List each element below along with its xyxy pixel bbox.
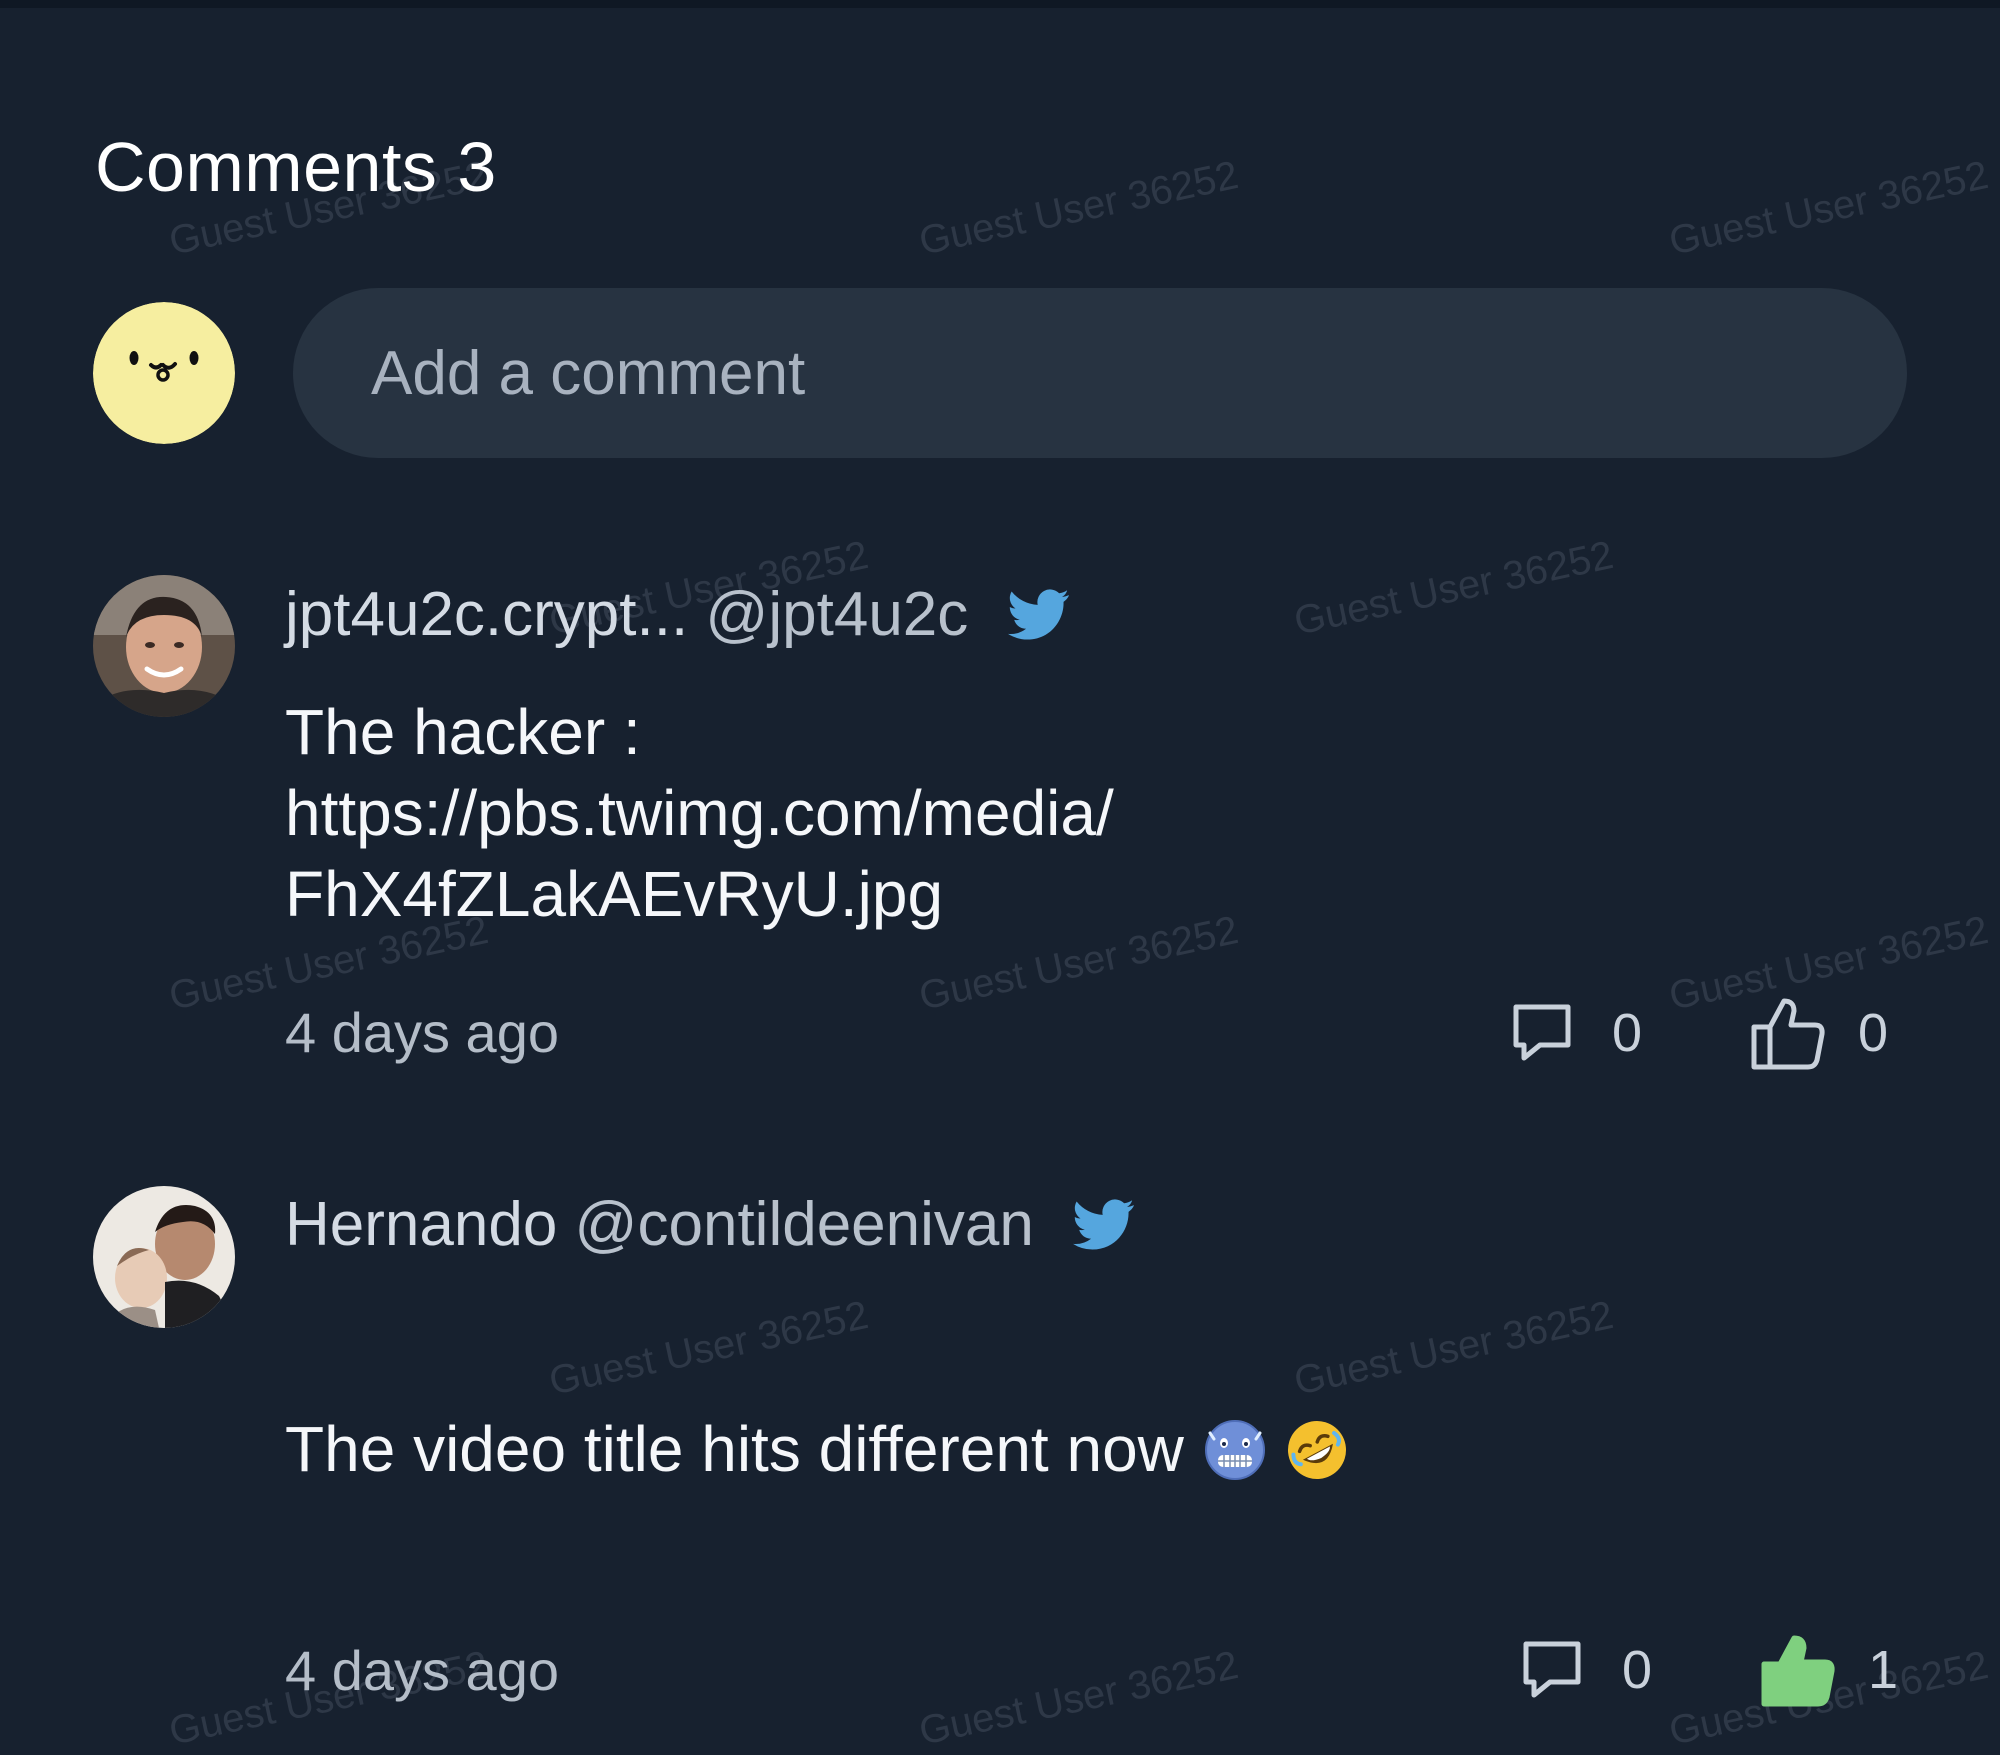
comment-author[interactable]: Hernando <box>285 1190 557 1259</box>
comment-handle[interactable]: @jpt4u2c <box>705 580 968 649</box>
comment-timestamp: 4 days ago <box>285 1001 559 1064</box>
comment-text: The hacker : https://pbs.twimg.com/media… <box>285 696 1114 930</box>
twitter-bird-icon <box>1073 1199 1135 1250</box>
current-user-avatar <box>93 302 235 444</box>
reply-button[interactable]: 0 <box>1518 1636 1652 1704</box>
reply-count: 0 <box>1612 1003 1643 1063</box>
profile-photo-icon <box>93 575 235 717</box>
comment-body: The video title hits different now <box>285 1328 1348 1490</box>
thumbs-up-filled-icon <box>1761 1635 1835 1707</box>
comment-text: The video title hits different now <box>285 1413 1184 1485</box>
commenter-avatar[interactable] <box>93 575 235 717</box>
profile-photo-icon <box>93 1186 235 1328</box>
comment-header: jpt4u2c.crypt... @jpt4u2c <box>285 578 1070 652</box>
reply-count: 0 <box>1622 1640 1653 1700</box>
reply-bubble-icon <box>1523 1641 1581 1698</box>
reply-bubble-icon <box>1513 1004 1571 1061</box>
twitter-bird-icon <box>1007 589 1069 640</box>
add-comment-input[interactable] <box>293 288 1907 458</box>
comment-author[interactable]: jpt4u2c.crypt... <box>285 580 688 649</box>
like-button[interactable]: 0 <box>1750 995 1888 1071</box>
comment-timestamp: 4 days ago <box>285 1639 559 1702</box>
comment-handle[interactable]: @contildeenivan <box>575 1190 1034 1259</box>
like-count: 0 <box>1858 1003 1889 1063</box>
like-button[interactable]: 1 <box>1760 1632 1898 1708</box>
guest-face-icon <box>93 302 235 444</box>
comments-section: Comments 3 jpt4u2c.crypt... @jpt4u2c <box>0 0 2000 1740</box>
commenter-avatar[interactable] <box>93 1186 235 1328</box>
like-count: 1 <box>1868 1640 1899 1700</box>
rolling-on-the-floor-laughing-emoji-icon <box>1287 1421 1346 1479</box>
thumbs-up-icon <box>1751 998 1825 1070</box>
comment-header: Hernando @contildeenivan <box>285 1188 1135 1262</box>
comments-heading: Comments 3 <box>95 128 497 206</box>
reply-button[interactable]: 0 <box>1508 999 1642 1067</box>
cold-face-emoji-icon <box>1204 1420 1265 1480</box>
